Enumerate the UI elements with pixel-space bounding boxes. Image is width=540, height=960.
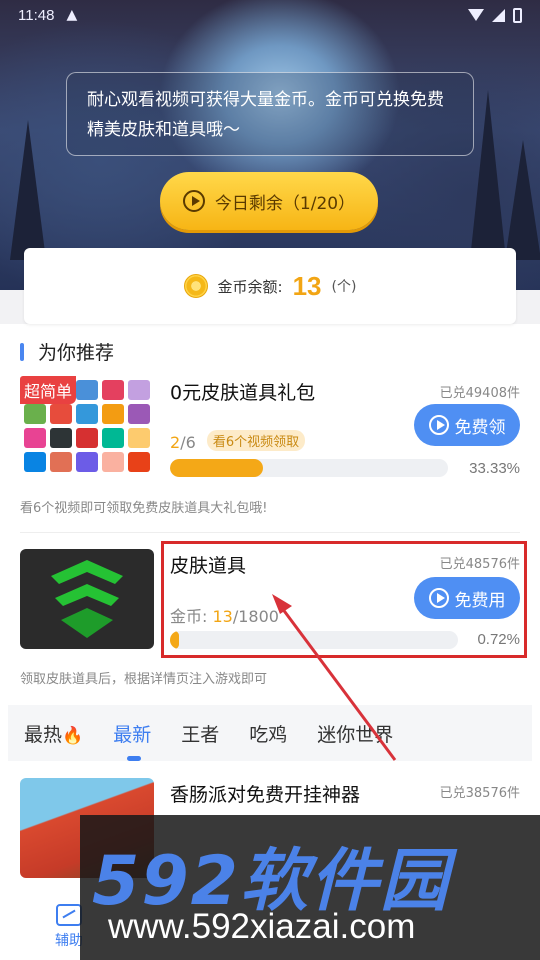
today-remaining-label: 今日剩余（1/20） bbox=[214, 193, 356, 214]
progress-text: 2/6 看6个视频领取 bbox=[170, 430, 306, 452]
balance-value: 13 bbox=[292, 270, 322, 301]
free-claim-label: 免费领 bbox=[454, 417, 506, 438]
tab-label: 最热 bbox=[24, 723, 63, 746]
list-item-gift-pack[interactable]: 超简单 0元皮肤道具礼包 已兑49408件 免费领 2/6 看6个视频领取 33… bbox=[20, 376, 520, 516]
item-thumbnail bbox=[20, 549, 154, 649]
redeemed-count: 已兑49408件 bbox=[439, 386, 520, 401]
play-icon bbox=[182, 190, 205, 212]
section-title-text: 为你推荐 bbox=[38, 342, 115, 364]
flame-icon: 🔥 bbox=[62, 725, 84, 746]
status-bar: 11:48 ▲ bbox=[0, 0, 540, 30]
today-remaining-button[interactable]: 今日剩余（1/20） bbox=[160, 172, 378, 230]
progress-total: /6 bbox=[180, 433, 196, 452]
balance-label: 金币余额: bbox=[217, 277, 283, 296]
section-marker bbox=[20, 342, 24, 361]
tab-hottest[interactable]: 最热🔥 bbox=[24, 720, 83, 747]
play-icon bbox=[428, 415, 449, 435]
wifi-icon bbox=[468, 9, 484, 21]
chart-icon bbox=[56, 904, 82, 926]
shield-chevron-icon bbox=[51, 560, 123, 638]
watermark: 592软件园 www.592xiazai.com bbox=[80, 815, 540, 960]
free-claim-button[interactable]: 免费领 bbox=[414, 404, 520, 446]
progress-done: 2 bbox=[170, 433, 181, 452]
redeemed-count: 已兑38576件 bbox=[439, 786, 520, 801]
item-description: 领取皮肤道具后，根据详情页注入游戏即可 bbox=[20, 672, 268, 687]
item-description: 看6个视频即可领取免费皮肤道具大礼包哦! bbox=[20, 501, 268, 516]
coin-icon bbox=[183, 274, 208, 298]
highlight-annotation-box bbox=[161, 541, 527, 658]
tab-mini-world[interactable]: 迷你世界 bbox=[317, 720, 393, 747]
tab-pubg[interactable]: 吃鸡 bbox=[249, 720, 287, 747]
item-title: 香肠派对免费开挂神器 bbox=[170, 784, 361, 806]
balance-unit: (个) bbox=[331, 279, 357, 295]
easy-tag: 超简单 bbox=[20, 376, 77, 404]
item-title: 0元皮肤道具礼包 bbox=[170, 382, 316, 404]
nav-assist-label: 辅助 bbox=[55, 933, 83, 949]
watermark-url: www.592xiazai.com bbox=[108, 907, 416, 946]
tab-honor-of-kings[interactable]: 王者 bbox=[181, 720, 219, 747]
progress-bar bbox=[170, 459, 448, 477]
category-tabs: 最热🔥 最新 王者 吃鸡 迷你世界 bbox=[8, 705, 532, 761]
notice-text: 耐心观看视频可获得大量金币。金币可兑换免费精美皮肤和道具哦～ bbox=[87, 90, 444, 140]
notice-box: 耐心观看视频可获得大量金币。金币可兑换免费精美皮肤和道具哦～ bbox=[66, 72, 474, 156]
warning-icon: ▲ bbox=[66, 7, 78, 23]
status-time: 11:48 bbox=[18, 6, 55, 24]
watch-pill: 看6个视频领取 bbox=[206, 430, 306, 451]
section-title: 为你推荐 bbox=[20, 338, 114, 365]
signal-icon bbox=[492, 8, 505, 22]
tab-newest[interactable]: 最新 bbox=[113, 720, 151, 761]
balance-card: 金币余额: 13 (个) bbox=[24, 248, 516, 324]
divider bbox=[20, 532, 520, 533]
battery-icon bbox=[513, 7, 522, 23]
progress-fill bbox=[170, 459, 263, 477]
progress-percent: 33.33% bbox=[469, 460, 520, 477]
